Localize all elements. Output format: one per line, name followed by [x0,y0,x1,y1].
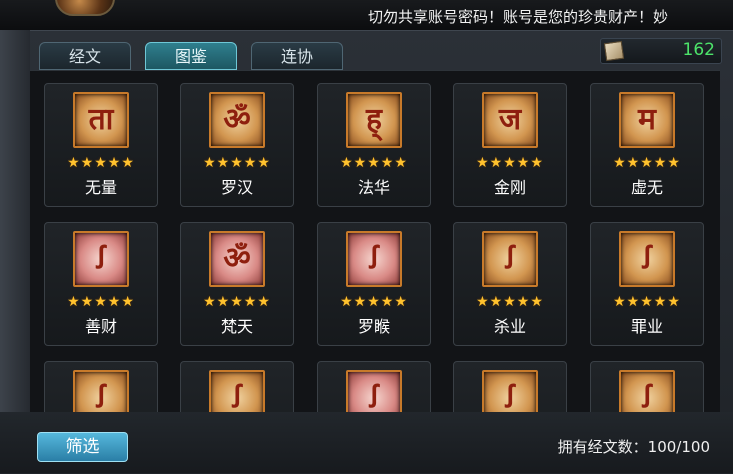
filter-button[interactable]: 筛选 [37,432,128,462]
sutra-glyph-icon: ॐ [209,231,265,287]
sanskrit-glyph: ꭍ [368,380,380,413]
star-rating: ★★★★★ [613,155,681,171]
codex-grid[interactable]: ता ★★★★★ 无量 ॐ ★★★★★ 罗汉 ह् ★★★★★ 法华 ज ★★★★★ 金刚 म ★★★★★… [30,70,720,413]
sutra-glyph-icon: ॐ [209,92,265,148]
codex-card[interactable]: ज ★★★★★ 金刚 [453,83,567,207]
sanskrit-glyph: ꭍ [95,380,107,413]
scroll-count: 162 [682,40,715,60]
card-name: 虚无 [630,178,663,197]
codex-card[interactable]: ꭍ [317,361,431,413]
tab-codex[interactable]: 图鉴 [145,42,237,70]
codex-card[interactable]: ॐ ★★★★★ 梵天 [180,222,294,346]
codex-card[interactable]: ꭍ ★★★★★ 杀业 [453,222,567,346]
sutra-glyph-icon: ꭍ [619,370,675,413]
star-rating: ★★★★★ [340,155,408,171]
sutra-glyph-icon: ꭍ [619,231,675,287]
star-rating: ★★★★★ [476,294,544,310]
sanskrit-glyph: ꭍ [641,241,653,276]
codex-card[interactable]: ॐ ★★★★★ 罗汉 [180,83,294,207]
sanskrit-glyph: ꭍ [641,380,653,413]
sanskrit-glyph: ह् [366,102,382,137]
star-rating: ★★★★★ [203,155,271,171]
sutra-glyph-icon: ꭍ [73,231,129,287]
card-name: 梵天 [220,317,253,336]
card-name: 金刚 [493,178,526,197]
star-rating: ★★★★★ [67,294,135,310]
sutra-glyph-icon: ꭍ [73,370,129,413]
sutra-glyph-icon: ता [73,92,129,148]
announcement-ticker: 切勿共享账号密码！账号是您的珍贵财产！妙 [368,8,669,26]
tab-scriptures[interactable]: 经文 [39,42,131,70]
star-rating: ★★★★★ [67,155,135,171]
codex-card[interactable]: ꭍ ★★★★★ 罪业 [590,222,704,346]
sanskrit-glyph: ꭍ [504,380,516,413]
star-rating: ★★★★★ [613,294,681,310]
sutra-glyph-icon: ज [482,92,538,148]
sanskrit-glyph: ॐ [223,102,251,137]
codex-card[interactable]: ꭍ [453,361,567,413]
sanskrit-glyph: ꭍ [504,241,516,276]
sutra-glyph-icon: ꭍ [346,370,402,413]
codex-card[interactable]: ह् ★★★★★ 法华 [317,83,431,207]
codex-card[interactable]: म ★★★★★ 虚无 [590,83,704,207]
sanskrit-glyph: ॐ [223,241,251,276]
sanskrit-glyph: ꭍ [95,241,107,276]
tab-combos[interactable]: 连协 [251,42,343,70]
sutra-glyph-icon: ꭍ [482,231,538,287]
card-name: 罪业 [630,317,663,336]
frame-left-edge [0,30,30,473]
sanskrit-glyph: ꭍ [368,241,380,276]
codex-card[interactable]: ꭍ ★★★★★ 罗睺 [317,222,431,346]
star-rating: ★★★★★ [203,294,271,310]
card-name: 罗睺 [357,317,390,336]
card-name: 杀业 [493,317,526,336]
codex-card[interactable]: ता ★★★★★ 无量 [44,83,158,207]
star-rating: ★★★★★ [340,294,408,310]
sutra-glyph-icon: ह् [346,92,402,148]
top-bar: 切勿共享账号密码！账号是您的珍贵财产！妙 [0,0,733,32]
sutra-glyph-icon: ꭍ [209,370,265,413]
codex-card[interactable]: ꭍ ★★★★★ 善财 [44,222,158,346]
star-rating: ★★★★★ [476,155,544,171]
sutra-glyph-icon: ꭍ [482,370,538,413]
card-name: 罗汉 [220,178,253,197]
card-name: 法华 [357,178,390,197]
card-name: 善财 [84,317,117,336]
scroll-counter: 162 [600,38,722,64]
owned-count-text: 拥有经文数：100/100 [557,438,710,456]
codex-card[interactable]: ꭍ [590,361,704,413]
card-name: 无量 [84,178,117,197]
sutra-glyph-icon: म [619,92,675,148]
codex-card[interactable]: ꭍ [180,361,294,413]
sanskrit-glyph: म [638,102,656,137]
sanskrit-glyph: ꭍ [231,380,243,413]
sanskrit-glyph: ता [88,102,114,137]
sutra-glyph-icon: ꭍ [346,231,402,287]
codex-card[interactable]: ꭍ [44,361,158,413]
sanskrit-glyph: ज [498,102,522,137]
scroll-icon [603,40,625,62]
avatar[interactable] [55,0,115,16]
